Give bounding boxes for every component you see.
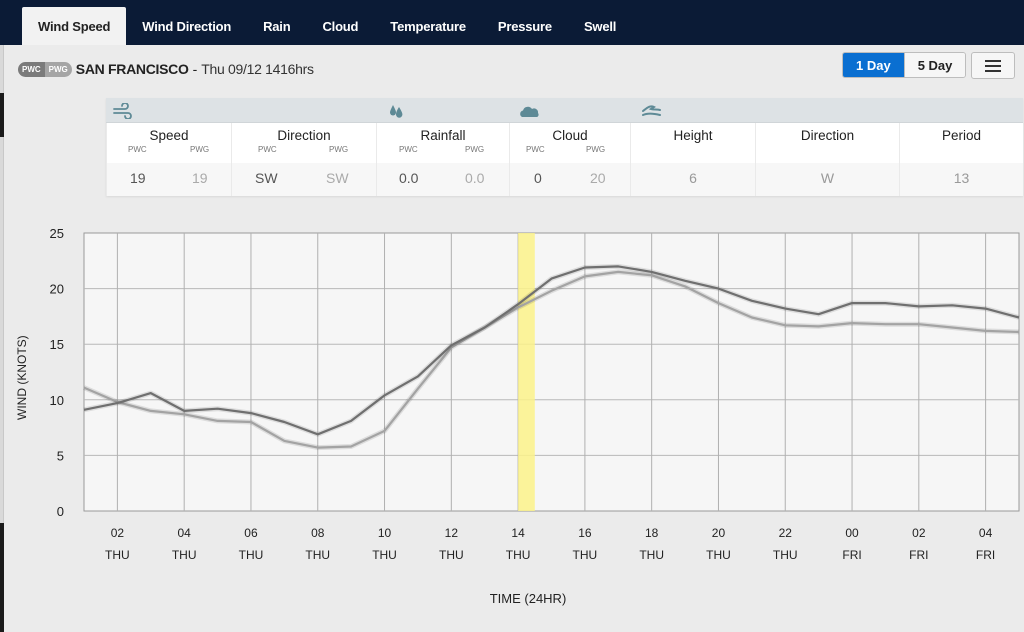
y-tick-label: 5 [57,448,64,463]
x-tick-day: THU [639,548,664,562]
x-tick-day: THU [573,548,598,562]
x-tick-time: 12 [445,526,459,540]
y-tick-label: 0 [57,504,64,519]
y-tick-label: 25 [50,226,64,241]
x-tick-day: THU [706,548,731,562]
x-tick-time: 18 [645,526,659,540]
x-tick-day: THU [172,548,197,562]
x-tick-time: 00 [845,526,859,540]
x-tick-time: 22 [779,526,793,540]
x-tick-day: THU [105,548,130,562]
x-tick-day: FRI [842,548,861,562]
plot-area [83,232,1020,512]
x-tick-time: 16 [578,526,592,540]
x-tick-time: 02 [111,526,125,540]
x-tick-day: THU [439,548,464,562]
x-tick-time: 14 [511,526,525,540]
x-tick-day: FRI [909,548,928,562]
x-tick-time: 20 [712,526,726,540]
x-tick-day: THU [305,548,330,562]
x-tick-day: THU [773,548,798,562]
x-tick-time: 06 [244,526,258,540]
x-tick-time: 04 [979,526,993,540]
x-tick-day: THU [372,548,397,562]
x-tick-day: THU [506,548,531,562]
x-axis-title: TIME (24HR) [489,591,567,606]
x-tick-time: 04 [177,526,191,540]
y-axis-title: WIND (KNOTS) [15,335,29,420]
x-tick-time: 02 [912,526,926,540]
x-tick-day: THU [239,548,264,562]
x-tick-time: 08 [311,526,325,540]
y-tick-label: 20 [50,282,64,297]
x-tick-day: FRI [976,548,995,562]
current-time-band [518,233,535,511]
wind-speed-chart: 0 5 10 15 20 25 02 THU 04 THU 06 THU 08 THU 10 THU 12 THU… [50,226,1020,562]
x-tick-time: 10 [378,526,392,540]
y-tick-label: 10 [50,393,64,408]
y-tick-label: 15 [50,337,64,352]
